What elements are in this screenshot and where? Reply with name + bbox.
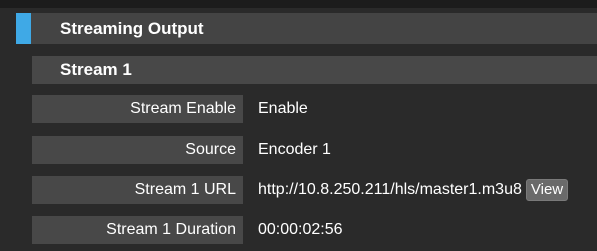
- stream-url-label: Stream 1 URL: [32, 176, 243, 204]
- stream-enable-value: Enable: [258, 100, 308, 117]
- streaming-output-panel: Streaming Output Stream 1 Stream Enable …: [0, 0, 597, 251]
- view-button[interactable]: View: [525, 179, 569, 201]
- stream-duration-label: Stream 1 Duration: [32, 216, 243, 244]
- stream-url-value[interactable]: http://10.8.250.211/hls/master1.m3u8: [258, 181, 522, 199]
- row-stream-enable: Stream Enable Enable: [32, 95, 597, 123]
- section-accent-bar: [16, 13, 31, 44]
- stream-duration-value: 00:00:02:56: [258, 221, 343, 238]
- source-label: Source: [32, 136, 243, 164]
- stream-header[interactable]: Stream 1: [32, 56, 597, 84]
- top-strip: [0, 0, 597, 8]
- section-header-streaming-output[interactable]: Streaming Output: [16, 13, 597, 44]
- stream-title: Stream 1: [60, 60, 132, 79]
- source-value: Encoder 1: [258, 141, 331, 158]
- stream-enable-label: Stream Enable: [32, 95, 243, 123]
- section-title: Streaming Output: [60, 18, 204, 38]
- row-stream-duration: Stream 1 Duration 00:00:02:56: [32, 216, 597, 244]
- row-source: Source Encoder 1: [32, 136, 597, 164]
- row-stream-url: Stream 1 URL http://10.8.250.211/hls/mas…: [32, 176, 597, 204]
